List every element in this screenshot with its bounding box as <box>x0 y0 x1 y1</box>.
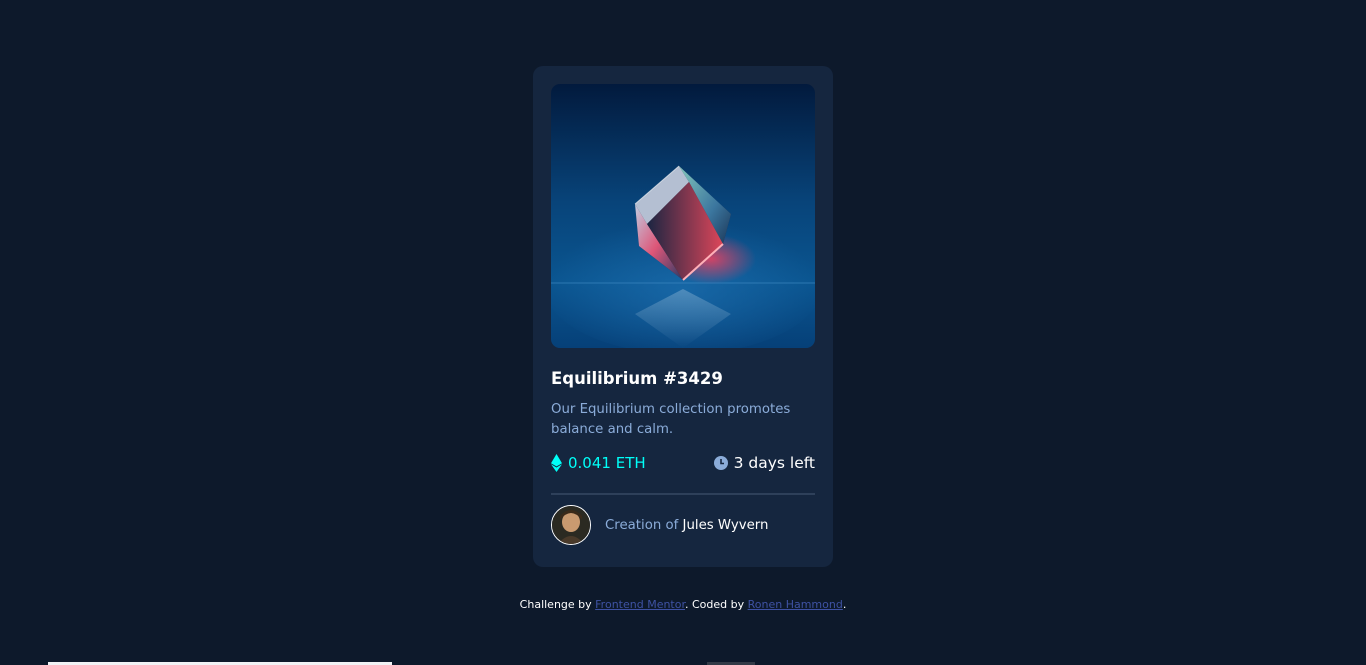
clock-icon <box>713 456 728 470</box>
time-left-value: 3 days left <box>733 454 815 472</box>
attribution-coded-prefix: . Coded by <box>684 598 745 611</box>
creator-prefix: Creation of <box>605 517 679 533</box>
frontend-mentor-link[interactable]: Frontend Mentor <box>595 598 685 611</box>
coder-link[interactable]: Ronen Hammond <box>748 598 843 611</box>
page: Equilibrium #3429 Our Equilibrium collec… <box>0 0 1366 665</box>
nft-title[interactable]: Equilibrium #3429 <box>551 368 815 390</box>
creator-text: Creation of Jules Wyvern <box>605 518 768 533</box>
nft-description: Our Equilibrium collection promotes bala… <box>551 402 791 437</box>
attribution-suffix: . <box>842 598 847 611</box>
avatar <box>551 505 591 545</box>
ethereum-icon <box>551 454 562 472</box>
nft-image[interactable] <box>551 84 815 348</box>
cube-illustration <box>551 84 815 348</box>
attribution: Challenge by Frontend Mentor. Coded by R… <box>0 598 1366 612</box>
nft-stats: 0.041 ETH 3 days left <box>551 452 815 474</box>
creator-row: Creation of Jules Wyvern <box>551 504 815 546</box>
time-stat: 3 days left <box>713 454 815 472</box>
price-value: 0.041 ETH <box>568 454 646 472</box>
creator-name-link[interactable]: Jules Wyvern <box>683 518 769 533</box>
attribution-prefix: Challenge by <box>519 598 592 611</box>
price-stat: 0.041 ETH <box>551 454 646 472</box>
nft-card: Equilibrium #3429 Our Equilibrium collec… <box>533 66 833 567</box>
divider <box>551 493 815 495</box>
